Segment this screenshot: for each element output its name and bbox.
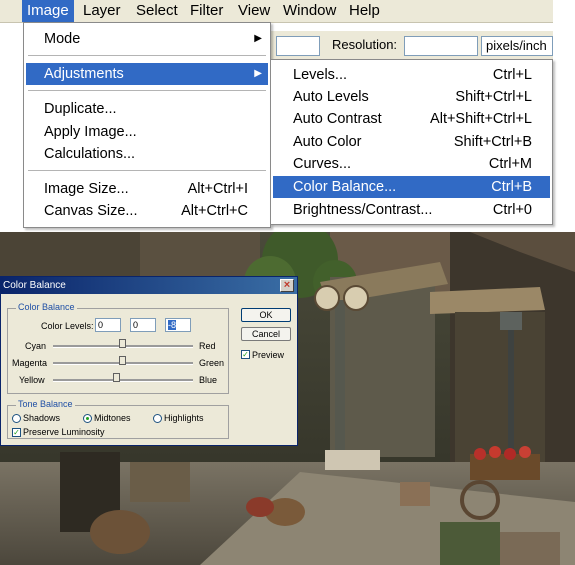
menu-separator — [28, 55, 266, 56]
preserve-luminosity-label: Preserve Luminosity — [23, 427, 105, 437]
midtones-label: Midtones — [94, 413, 131, 423]
menu-item-curves[interactable]: Curves... Ctrl+M — [273, 153, 550, 175]
menu-separator — [28, 170, 266, 171]
menu-item-label: Image Size... — [44, 181, 129, 197]
menu-item-label: Brightness/Contrast... — [293, 202, 433, 218]
shortcut-label: Alt+Ctrl+C — [181, 203, 248, 219]
highlights-label: Highlights — [164, 413, 204, 423]
menu-item-label: Adjustments — [44, 66, 124, 82]
menu-item-label: Auto Color — [293, 134, 362, 150]
menu-item-label: Canvas Size... — [44, 203, 138, 219]
menu-image[interactable]: Image — [22, 0, 74, 22]
menu-item-color-balance[interactable]: Color Balance... Ctrl+B — [273, 176, 550, 198]
cyan-red-level-input[interactable]: 0 — [95, 318, 121, 332]
menu-view[interactable]: View — [233, 0, 275, 22]
resolution-field[interactable] — [404, 36, 478, 56]
magenta-green-level-input[interactable]: 0 — [130, 318, 156, 332]
menu-item-calculations[interactable]: Calculations... — [26, 143, 268, 165]
menu-layer[interactable]: Layer — [78, 0, 126, 22]
slider-left-label: Magenta — [12, 358, 48, 368]
shortcut-label: Ctrl+0 — [492, 202, 532, 218]
shortcut-label: Ctrl+M — [488, 156, 532, 172]
shortcut-label: Shift+Ctrl+B — [453, 134, 532, 150]
slider-right-label: Green — [199, 358, 225, 368]
group-label: Tone Balance — [16, 399, 75, 409]
menu-item-apply-image[interactable]: Apply Image... — [26, 121, 268, 143]
image-menu: Mode ▶ Adjustments ▶ Duplicate... Apply … — [23, 22, 271, 228]
menu-item-brightness-contrast[interactable]: Brightness/Contrast... Ctrl+0 — [273, 199, 550, 221]
menu-item-label: Auto Contrast — [293, 111, 382, 127]
resolution-label: Resolution: — [332, 37, 398, 52]
group-label: Color Balance — [16, 302, 77, 312]
menu-separator — [28, 90, 266, 91]
menu-item-mode[interactable]: Mode ▶ — [26, 28, 268, 50]
shortcut-label: Alt+Shift+Ctrl+L — [430, 111, 532, 127]
menu-item-label: Auto Levels — [293, 89, 369, 105]
resolution-unit-select[interactable]: pixels/inch — [481, 36, 553, 56]
shortcut-label: Alt+Ctrl+I — [187, 181, 248, 197]
menu-item-auto-levels[interactable]: Auto Levels Shift+Ctrl+L — [273, 86, 550, 108]
menu-item-label: Color Balance... — [293, 179, 397, 195]
color-balance-dialog: Color Balance × Color Balance Color Leve… — [0, 276, 298, 446]
shortcut-label: Shift+Ctrl+L — [455, 89, 532, 105]
cancel-button[interactable]: Cancel — [241, 327, 291, 341]
menu-item-auto-contrast[interactable]: Auto Contrast Alt+Shift+Ctrl+L — [273, 108, 550, 130]
color-levels-label: Color Levels: — [41, 321, 94, 331]
menu-screenshot: Image Layer Select Filter View Window He… — [0, 0, 575, 232]
menu-item-auto-color[interactable]: Auto Color Shift+Ctrl+B — [273, 131, 550, 153]
menu-item-levels[interactable]: Levels... Ctrl+L — [273, 64, 550, 86]
shortcut-label: Ctrl+B — [491, 179, 532, 195]
slider-left-label: Cyan — [25, 341, 47, 351]
adjustments-submenu: Levels... Ctrl+L Auto Levels Shift+Ctrl+… — [270, 59, 553, 225]
close-icon[interactable]: × — [280, 279, 294, 292]
submenu-arrow-icon: ▶ — [254, 33, 262, 44]
options-bar: Resolution: pixels/inch — [270, 31, 553, 59]
preview-checkbox[interactable]: ✓ — [241, 350, 250, 359]
menu-item-label: Mode — [44, 31, 81, 47]
menu-bar: Image Layer Select Filter View Window He… — [0, 0, 553, 23]
menu-filter[interactable]: Filter — [185, 0, 228, 22]
dialog-title-bar[interactable]: Color Balance — [1, 277, 297, 294]
magenta-green-slider-thumb[interactable] — [119, 356, 126, 365]
ok-button[interactable]: OK — [241, 308, 291, 322]
midtones-radio[interactable] — [83, 414, 92, 423]
cyan-red-slider-thumb[interactable] — [119, 339, 126, 348]
shadows-radio[interactable] — [12, 414, 21, 423]
height-field[interactable] — [276, 36, 320, 56]
level-value: -8 — [168, 320, 177, 330]
slider-left-label: Yellow — [19, 375, 45, 385]
menu-window[interactable]: Window — [278, 0, 341, 22]
menu-item-adjustments[interactable]: Adjustments ▶ — [26, 63, 268, 85]
yellow-blue-level-input[interactable]: -8 — [165, 318, 191, 332]
preview-label: Preview — [252, 350, 285, 360]
slider-right-label: Blue — [199, 375, 218, 385]
menu-select[interactable]: Select — [131, 0, 183, 22]
yellow-blue-slider-track[interactable] — [53, 379, 193, 382]
menu-item-duplicate[interactable]: Duplicate... — [26, 98, 268, 120]
menu-help[interactable]: Help — [344, 0, 385, 22]
preserve-luminosity-checkbox[interactable]: ✓ — [12, 428, 21, 437]
highlights-radio[interactable] — [153, 414, 162, 423]
menu-item-label: Curves... — [293, 156, 352, 172]
shadows-label: Shadows — [23, 413, 61, 423]
shortcut-label: Ctrl+L — [492, 67, 532, 83]
menu-item-label: Levels... — [293, 67, 347, 83]
yellow-blue-slider-thumb[interactable] — [113, 373, 120, 382]
slider-right-label: Red — [199, 341, 216, 351]
submenu-arrow-icon: ▶ — [254, 68, 262, 79]
menu-item-canvas-size[interactable]: Canvas Size... Alt+Ctrl+C — [26, 200, 268, 222]
dialog-title: Color Balance — [3, 280, 66, 291]
menu-item-image-size[interactable]: Image Size... Alt+Ctrl+I — [26, 178, 268, 200]
